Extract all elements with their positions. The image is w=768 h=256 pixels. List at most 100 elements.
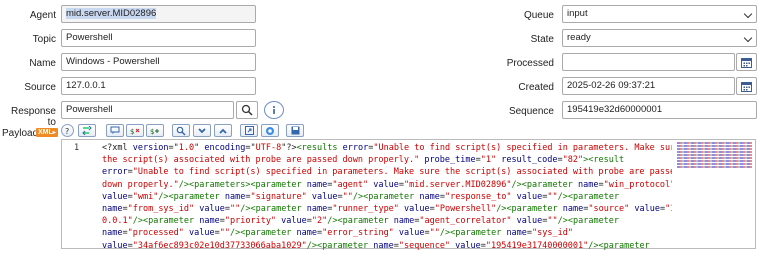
fullscreen-button[interactable]: [240, 124, 258, 137]
code-token: <parameters>: [189, 179, 251, 190]
calendar-icon: [741, 81, 752, 92]
agent-field[interactable]: mid.server.MID02896: [61, 5, 256, 23]
code-token: />: [132, 216, 143, 227]
format-button[interactable]: [261, 124, 279, 137]
state-select[interactable]: ready: [562, 29, 757, 47]
code-token: <results: [296, 143, 343, 153]
code-token: "processed": [127, 228, 190, 239]
code-token: "?>: [281, 143, 297, 153]
code-token: name: [306, 203, 328, 214]
code-token: <parameter: [363, 191, 420, 202]
code-token: name: [306, 179, 328, 190]
code-token: <parameter: [567, 216, 620, 227]
minimap-line: [677, 142, 752, 144]
expand-button[interactable]: [214, 124, 232, 137]
code-token: />: [557, 191, 568, 202]
comment-button[interactable]: [106, 124, 124, 137]
name-field[interactable]: Windows - Powershell: [61, 53, 256, 71]
code-token: "Unable to find script(s) specified in p…: [132, 167, 672, 178]
source-field[interactable]: 127.0.0.1: [61, 77, 256, 95]
code-token: probe_time: [424, 155, 476, 166]
processed-label: Processed: [506, 58, 554, 69]
collapse-button[interactable]: [193, 124, 211, 137]
code-token: <parameter: [521, 179, 579, 190]
response-to-field[interactable]: Powershell: [61, 101, 234, 119]
payload-code[interactable]: <?xml version="1.0" encoding="UTF-8"?><r…: [102, 142, 672, 252]
code-token: <?xml: [102, 143, 133, 153]
code-token: />: [557, 216, 568, 227]
response-to-info-button[interactable]: [264, 101, 284, 119]
code-token: <parameter: [316, 240, 374, 251]
code-token: />: [178, 179, 190, 190]
code-token: error: [102, 167, 128, 178]
code-token: name: [102, 228, 123, 239]
code-token: name: [419, 191, 440, 202]
name-label: Name: [29, 58, 56, 69]
code-token: value: [311, 191, 338, 202]
save-icon: [291, 126, 299, 135]
code-token: />: [588, 240, 599, 251]
code-token: />: [496, 203, 507, 214]
created-calendar-button[interactable]: [736, 77, 757, 95]
code-token: name: [102, 203, 123, 214]
code-token: <parameter: [567, 191, 620, 202]
processed-calendar-button[interactable]: [736, 53, 757, 71]
insert-button[interactable]: $: [126, 124, 144, 137]
code-token: UTF-8: [255, 143, 282, 153]
code-token: "82": [562, 155, 584, 166]
state-label: State: [530, 34, 554, 45]
payload-label: Payload: [2, 128, 39, 139]
code-token: />: [511, 179, 522, 190]
code-token: value: [373, 179, 399, 190]
agent-label: Agent: [29, 10, 56, 21]
response-to-lookup-button[interactable]: [236, 101, 258, 119]
code-token: name: [199, 216, 220, 227]
code-token: "": [547, 191, 558, 202]
code-token: "sys_id": [532, 228, 573, 239]
xml-badge: XML▸: [36, 128, 58, 137]
replace-icon: $: [150, 128, 159, 135]
code-token: "2": [311, 216, 328, 227]
code-token: value: [189, 228, 215, 239]
code-minimap[interactable]: [677, 142, 752, 172]
code-token: "1": [480, 155, 502, 166]
replace-button[interactable]: $: [146, 124, 164, 137]
code-token: />: [352, 191, 364, 202]
code-token: value: [516, 191, 543, 202]
code-token: "wmi": [132, 191, 159, 202]
code-token: "error_string": [322, 228, 399, 239]
created-label: Created: [518, 82, 554, 93]
code-token: =": [245, 143, 256, 153]
code-token: value: [281, 216, 307, 227]
code-line: <?xml version="1.0" encoding="UTF-8"?><r…: [102, 142, 672, 154]
expand-icon: [219, 128, 227, 134]
code-token: result_code: [501, 155, 558, 166]
format-icon: [266, 126, 274, 135]
created-field[interactable]: 2025-02-26 09:37:21: [562, 77, 735, 95]
minimap-line: [677, 148, 752, 150]
code-token: "response_to": [445, 191, 517, 202]
minimap-line: [677, 151, 752, 153]
topic-field[interactable]: Powershell: [61, 29, 256, 47]
code-token: value: [398, 228, 425, 239]
code-token: "win_protocol": [603, 179, 672, 190]
code-token: name: [393, 216, 415, 227]
source-label: Source: [24, 82, 56, 93]
toggle-syntax-button[interactable]: [78, 124, 96, 137]
code-token: "from_sys_id": [127, 203, 200, 214]
code-token: 0.0.1": [102, 216, 133, 227]
code-token: "": [219, 228, 230, 239]
payload-editor[interactable]: 1 <?xml version="1.0" encoding="UTF-8"?>…: [61, 139, 756, 252]
code-token: name: [578, 179, 599, 190]
save-button[interactable]: [286, 124, 304, 137]
search-button[interactable]: [172, 124, 190, 137]
code-token: <parameter: [250, 203, 307, 214]
processed-field[interactable]: [562, 53, 735, 71]
code-token: <parameter: [598, 240, 650, 251]
queue-select[interactable]: input: [562, 5, 757, 23]
help-button[interactable]: ?: [61, 124, 74, 137]
sequence-field[interactable]: 195419e32d60000001: [562, 101, 757, 119]
code-token: ": [194, 143, 205, 153]
minimap-line: [677, 160, 752, 162]
search-icon: [241, 104, 253, 116]
